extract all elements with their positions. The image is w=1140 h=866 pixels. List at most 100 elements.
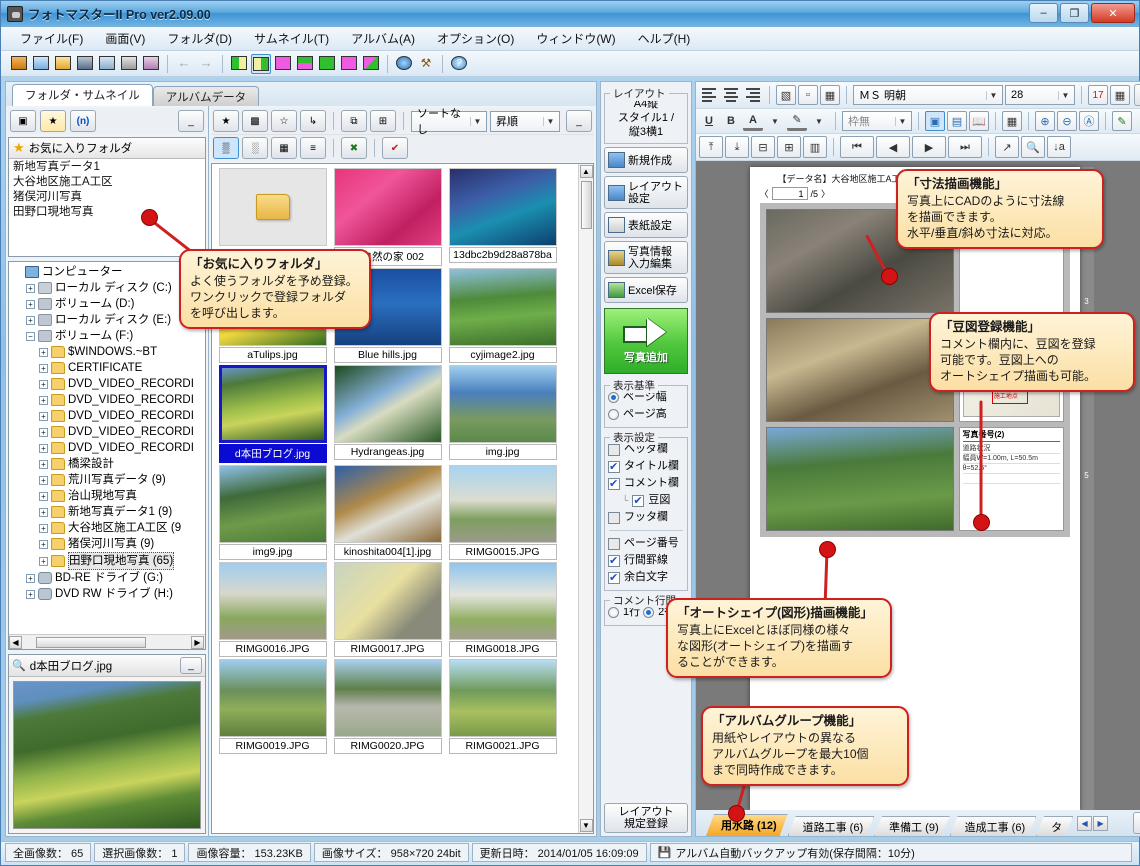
book-view[interactable]: 📖	[969, 111, 989, 131]
thumbnail-item[interactable]: img.jpg	[447, 365, 558, 463]
minimize-tree-pane-button[interactable]: _	[178, 110, 204, 132]
expand-icon[interactable]: +	[39, 523, 48, 533]
view-small-icons[interactable]: ▦	[271, 137, 297, 159]
minimize-preview-button[interactable]: _	[180, 657, 202, 674]
expand-icon[interactable]: +	[39, 379, 48, 389]
font-color-button[interactable]: A	[743, 111, 763, 131]
save-icon[interactable]	[75, 54, 95, 74]
tree-node[interactable]: コンピューター	[11, 264, 205, 280]
tree-node[interactable]: + DVD_VIDEO_RECORDI	[11, 424, 205, 440]
expand-icon[interactable]: +	[39, 363, 48, 373]
tree-node[interactable]: + 新地写真データ1 (9)	[11, 504, 205, 520]
album-photo[interactable]	[765, 318, 954, 422]
single-page-view[interactable]: ▣	[925, 111, 945, 131]
mark-gps-button[interactable]: ▩	[242, 110, 268, 132]
tree-node[interactable]: + 大谷地区施工A工区 (9	[11, 520, 205, 536]
group-tab-prev-button[interactable]: ◀	[1077, 815, 1093, 831]
expand-icon[interactable]: +	[39, 459, 48, 469]
thumbnail-item-selected[interactable]: d本田ブログ.jpg	[217, 365, 328, 463]
checkbox-minimap[interactable]: └ 豆図	[608, 492, 684, 510]
print-icon[interactable]	[119, 54, 139, 74]
view-mode-6-icon[interactable]	[339, 54, 359, 74]
collapse-icon[interactable]: −	[26, 331, 35, 341]
double-page-view[interactable]: ▤	[947, 111, 967, 131]
layout-settings-button[interactable]: レイアウト 設定	[604, 176, 688, 209]
split-cells-button[interactable]: ⊞	[777, 136, 801, 158]
next-page-button[interactable]: ▶	[912, 136, 946, 158]
tree-node[interactable]: + 治山現地写真	[11, 488, 205, 504]
excel-save-button[interactable]: Excel保存	[604, 277, 688, 303]
page-export-button[interactable]: ↗	[995, 136, 1019, 158]
sort-az-button[interactable]: ↓a	[1047, 136, 1071, 158]
favorite-item-2[interactable]: 猪俣河川写真	[13, 190, 201, 205]
export-button[interactable]: ↳	[300, 110, 326, 132]
underline-button[interactable]: U	[699, 111, 719, 131]
view-medium-icons[interactable]: ░	[242, 137, 268, 159]
tree-node[interactable]: + CERTIFICATE	[11, 360, 205, 376]
menu-folder[interactable]: フォルダ(D)	[156, 27, 243, 50]
font-family-dropdown[interactable]: ＭＳ 明朝 ▼	[853, 85, 1003, 105]
thumbnail-item[interactable]: 13dbc2b9d28a878ba	[447, 168, 558, 266]
prev-page-button[interactable]: ◀	[876, 136, 910, 158]
thumbnail-grid-button[interactable]: ▦	[1002, 111, 1022, 131]
expand-icon[interactable]: +	[39, 443, 48, 453]
expand-icon[interactable]: +	[39, 395, 48, 405]
thumbnail-item[interactable]: kinoshita004[1].jpg	[332, 465, 443, 560]
zoom-in-button[interactable]: ⊕	[1035, 111, 1055, 131]
expand-icon[interactable]: +	[39, 475, 48, 485]
favorite-item-0[interactable]: 新地写真データ1	[13, 160, 201, 175]
scroll-up-button[interactable]: ▲	[579, 165, 593, 178]
find-button[interactable]: 🔍	[1021, 136, 1045, 158]
align-center-icon[interactable]	[721, 85, 741, 105]
align-cells-button[interactable]: ▥	[803, 136, 827, 158]
back-arrow-icon[interactable]: ←	[174, 54, 194, 74]
tab-folder-thumbnail[interactable]: フォルダ・サムネイル	[12, 84, 153, 106]
thumbnail-item[interactable]: RIMG0021.JPG	[447, 659, 558, 754]
view-mode-3-icon[interactable]	[273, 54, 293, 74]
album-comment-field[interactable]: 写真番号(2) 道路状況 幅員W=1.00m, L=50.5m θ=52.6°	[958, 427, 1064, 531]
view-mode-1-icon[interactable]	[229, 54, 249, 74]
checkbox-row-rule[interactable]: 行間罫線	[608, 552, 684, 570]
expand-icon[interactable]: +	[39, 539, 48, 549]
insert-row-below-button[interactable]: ⤓	[725, 136, 749, 158]
expand-icon[interactable]: +	[26, 299, 35, 309]
table-icon[interactable]: ▦	[1110, 85, 1130, 105]
expand-icon[interactable]: +	[39, 411, 48, 421]
tree-node[interactable]: + DVD_VIDEO_RECORDI	[11, 376, 205, 392]
unmark-image-button[interactable]: ☆	[271, 110, 297, 132]
album-photo[interactable]	[765, 427, 954, 531]
view-mode-5-icon[interactable]	[317, 54, 337, 74]
insert-row-above-button[interactable]: ⤒	[699, 136, 723, 158]
align-right-icon[interactable]	[743, 85, 763, 105]
zoom-fit-button[interactable]: Ⓐ	[1079, 111, 1099, 131]
tree-node[interactable]: − ボリューム (F:)	[11, 328, 205, 344]
valign-top-icon[interactable]: ▧	[776, 85, 796, 105]
tree-node[interactable]: + 田野口現地写真 (65)	[11, 552, 205, 570]
minimize-button[interactable]: –	[1029, 3, 1058, 23]
expand-icon[interactable]: +	[39, 556, 48, 566]
expand-icon[interactable]: +	[39, 491, 48, 501]
highlight-color-dropdown[interactable]: ▼	[809, 111, 829, 131]
thumbnail-item[interactable]: Hydrangeas.jpg	[332, 365, 443, 463]
copy-button[interactable]: ⧉	[341, 110, 367, 132]
thumbnail-item[interactable]: RIMG0016.JPG	[217, 562, 328, 657]
expand-icon[interactable]: +	[26, 573, 35, 583]
align-left-icon[interactable]	[699, 85, 719, 105]
group-tab-3[interactable]: 造成工事 (6)	[950, 816, 1037, 836]
highlight-color-button[interactable]: ✎	[787, 111, 807, 131]
scroll-down-button[interactable]: ▼	[579, 819, 593, 832]
tree-node[interactable]: + ローカル ディスク (E:)	[11, 312, 205, 328]
group-tab-dropdown-button[interactable]: ▼	[1133, 812, 1140, 834]
expand-icon[interactable]: +	[39, 507, 48, 517]
menu-view[interactable]: 画面(V)	[94, 27, 156, 50]
thumbnail-item[interactable]: RIMG0015.JPG	[447, 465, 558, 560]
count-toggle-button[interactable]: (n)	[70, 110, 96, 132]
globe-icon[interactable]	[394, 54, 414, 74]
tree-node[interactable]: + DVD_VIDEO_RECORDI	[11, 392, 205, 408]
thumbnail-item[interactable]: img9.jpg	[217, 465, 328, 560]
first-page-button[interactable]: ⏮	[840, 136, 874, 158]
page-current-input[interactable]: 1	[771, 187, 808, 200]
checkbox-footer-field[interactable]: フッタ欄	[608, 509, 684, 526]
group-tab-next-button[interactable]: ▶	[1093, 815, 1109, 831]
open-folder-icon[interactable]	[53, 54, 73, 74]
